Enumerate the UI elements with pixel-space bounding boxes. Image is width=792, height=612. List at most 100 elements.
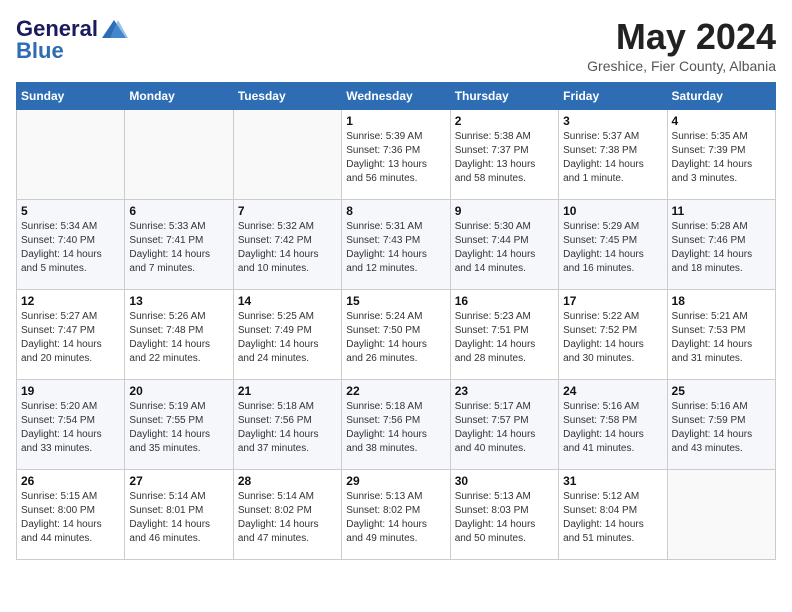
day-info: Sunrise: 5:14 AM Sunset: 8:02 PM Dayligh… [238, 490, 337, 546]
day-info: Sunrise: 5:33 AM Sunset: 7:41 PM Dayligh… [129, 220, 228, 276]
month-title: May 2024 [587, 16, 776, 58]
weekday-header: Wednesday [342, 83, 450, 110]
day-number: 11 [672, 204, 771, 218]
day-info: Sunrise: 5:18 AM Sunset: 7:56 PM Dayligh… [238, 400, 337, 456]
day-info: Sunrise: 5:15 AM Sunset: 8:00 PM Dayligh… [21, 490, 120, 546]
weekday-header: Friday [559, 83, 667, 110]
day-info: Sunrise: 5:39 AM Sunset: 7:36 PM Dayligh… [346, 130, 445, 186]
calendar-cell: 13 Sunrise: 5:26 AM Sunset: 7:48 PM Dayli… [125, 290, 233, 380]
day-info: Sunrise: 5:27 AM Sunset: 7:47 PM Dayligh… [21, 310, 120, 366]
calendar-cell: 2 Sunrise: 5:38 AM Sunset: 7:37 PM Daylig… [450, 110, 558, 200]
calendar-header-row: SundayMondayTuesdayWednesdayThursdayFrid… [17, 83, 776, 110]
day-number: 1 [346, 114, 445, 128]
day-info: Sunrise: 5:37 AM Sunset: 7:38 PM Dayligh… [563, 130, 662, 186]
calendar-cell: 26Sunrise: 5:15 AM Sunset: 8:00 PM Dayli… [17, 470, 125, 560]
calendar-cell: 22Sunrise: 5:18 AM Sunset: 7:56 PM Dayli… [342, 380, 450, 470]
day-number: 5 [21, 204, 120, 218]
day-number: 8 [346, 204, 445, 218]
calendar-cell: 12 Sunrise: 5:27 AM Sunset: 7:47 PM Dayli… [17, 290, 125, 380]
logo-blue: Blue [16, 38, 64, 64]
day-info: Sunrise: 5:24 AM Sunset: 7:50 PM Dayligh… [346, 310, 445, 366]
calendar-cell: 24 Sunrise: 5:16 AM Sunset: 7:58 PM Dayli… [559, 380, 667, 470]
day-info: Sunrise: 5:16 AM Sunset: 7:59 PM Dayligh… [672, 400, 771, 456]
calendar-cell: 5 Sunrise: 5:34 AM Sunset: 7:40 PM Daylig… [17, 200, 125, 290]
day-number: 15 [346, 294, 445, 308]
day-number: 28 [238, 474, 337, 488]
day-info: Sunrise: 5:21 AM Sunset: 7:53 PM Dayligh… [672, 310, 771, 366]
day-info: Sunrise: 5:38 AM Sunset: 7:37 PM Dayligh… [455, 130, 554, 186]
day-info: Sunrise: 5:22 AM Sunset: 7:52 PM Dayligh… [563, 310, 662, 366]
day-info: Sunrise: 5:18 AM Sunset: 7:56 PM Dayligh… [346, 400, 445, 456]
day-info: Sunrise: 5:16 AM Sunset: 7:58 PM Dayligh… [563, 400, 662, 456]
calendar-cell [17, 110, 125, 200]
weekday-header: Thursday [450, 83, 558, 110]
calendar-table: SundayMondayTuesdayWednesdayThursdayFrid… [16, 82, 776, 560]
day-number: 31 [563, 474, 662, 488]
day-number: 18 [672, 294, 771, 308]
day-info: Sunrise: 5:17 AM Sunset: 7:57 PM Dayligh… [455, 400, 554, 456]
day-number: 20 [129, 384, 228, 398]
calendar-cell [125, 110, 233, 200]
day-number: 29 [346, 474, 445, 488]
day-info: Sunrise: 5:13 AM Sunset: 8:02 PM Dayligh… [346, 490, 445, 546]
calendar-cell: 20Sunrise: 5:19 AM Sunset: 7:55 PM Dayli… [125, 380, 233, 470]
day-number: 16 [455, 294, 554, 308]
calendar-cell [667, 470, 775, 560]
calendar-cell: 27 Sunrise: 5:14 AM Sunset: 8:01 PM Dayli… [125, 470, 233, 560]
calendar-cell: 1 Sunrise: 5:39 AM Sunset: 7:36 PM Daylig… [342, 110, 450, 200]
day-number: 7 [238, 204, 337, 218]
calendar-cell: 3Sunrise: 5:37 AM Sunset: 7:38 PM Daylig… [559, 110, 667, 200]
calendar-cell: 17Sunrise: 5:22 AM Sunset: 7:52 PM Dayli… [559, 290, 667, 380]
day-info: Sunrise: 5:26 AM Sunset: 7:48 PM Dayligh… [129, 310, 228, 366]
day-number: 12 [21, 294, 120, 308]
day-number: 30 [455, 474, 554, 488]
day-info: Sunrise: 5:12 AM Sunset: 8:04 PM Dayligh… [563, 490, 662, 546]
calendar-cell: 7 Sunrise: 5:32 AM Sunset: 7:42 PM Daylig… [233, 200, 341, 290]
day-number: 21 [238, 384, 337, 398]
day-number: 9 [455, 204, 554, 218]
day-info: Sunrise: 5:32 AM Sunset: 7:42 PM Dayligh… [238, 220, 337, 276]
page-header: General Blue May 2024 Greshice, Fier Cou… [16, 16, 776, 74]
day-number: 6 [129, 204, 228, 218]
calendar-cell: 8 Sunrise: 5:31 AM Sunset: 7:43 PM Daylig… [342, 200, 450, 290]
weekday-header: Sunday [17, 83, 125, 110]
calendar-cell: 15 Sunrise: 5:24 AM Sunset: 7:50 PM Dayli… [342, 290, 450, 380]
weekday-header: Saturday [667, 83, 775, 110]
day-number: 13 [129, 294, 228, 308]
calendar-cell: 23 Sunrise: 5:17 AM Sunset: 7:57 PM Dayli… [450, 380, 558, 470]
calendar-cell: 9 Sunrise: 5:30 AM Sunset: 7:44 PM Daylig… [450, 200, 558, 290]
title-block: May 2024 Greshice, Fier County, Albania [587, 16, 776, 74]
day-number: 19 [21, 384, 120, 398]
calendar-week-row: 26Sunrise: 5:15 AM Sunset: 8:00 PM Dayli… [17, 470, 776, 560]
calendar-cell: 19Sunrise: 5:20 AM Sunset: 7:54 PM Dayli… [17, 380, 125, 470]
day-number: 4 [672, 114, 771, 128]
day-info: Sunrise: 5:30 AM Sunset: 7:44 PM Dayligh… [455, 220, 554, 276]
calendar-cell: 10Sunrise: 5:29 AM Sunset: 7:45 PM Dayli… [559, 200, 667, 290]
calendar-cell: 31 Sunrise: 5:12 AM Sunset: 8:04 PM Dayli… [559, 470, 667, 560]
day-number: 27 [129, 474, 228, 488]
weekday-header: Monday [125, 83, 233, 110]
subtitle: Greshice, Fier County, Albania [587, 58, 776, 74]
calendar-week-row: 12 Sunrise: 5:27 AM Sunset: 7:47 PM Dayli… [17, 290, 776, 380]
weekday-header: Tuesday [233, 83, 341, 110]
calendar-cell: 21 Sunrise: 5:18 AM Sunset: 7:56 PM Dayli… [233, 380, 341, 470]
logo-icon [100, 18, 128, 40]
day-info: Sunrise: 5:28 AM Sunset: 7:46 PM Dayligh… [672, 220, 771, 276]
calendar-cell: 16 Sunrise: 5:23 AM Sunset: 7:51 PM Dayli… [450, 290, 558, 380]
day-number: 10 [563, 204, 662, 218]
day-info: Sunrise: 5:13 AM Sunset: 8:03 PM Dayligh… [455, 490, 554, 546]
calendar-cell: 14 Sunrise: 5:25 AM Sunset: 7:49 PM Dayli… [233, 290, 341, 380]
day-info: Sunrise: 5:34 AM Sunset: 7:40 PM Dayligh… [21, 220, 120, 276]
calendar-cell: 29 Sunrise: 5:13 AM Sunset: 8:02 PM Dayli… [342, 470, 450, 560]
day-info: Sunrise: 5:31 AM Sunset: 7:43 PM Dayligh… [346, 220, 445, 276]
calendar-cell: 4 Sunrise: 5:35 AM Sunset: 7:39 PM Daylig… [667, 110, 775, 200]
day-info: Sunrise: 5:25 AM Sunset: 7:49 PM Dayligh… [238, 310, 337, 366]
day-info: Sunrise: 5:35 AM Sunset: 7:39 PM Dayligh… [672, 130, 771, 186]
day-number: 14 [238, 294, 337, 308]
day-number: 2 [455, 114, 554, 128]
day-info: Sunrise: 5:23 AM Sunset: 7:51 PM Dayligh… [455, 310, 554, 366]
day-number: 25 [672, 384, 771, 398]
day-info: Sunrise: 5:14 AM Sunset: 8:01 PM Dayligh… [129, 490, 228, 546]
day-number: 23 [455, 384, 554, 398]
day-number: 24 [563, 384, 662, 398]
